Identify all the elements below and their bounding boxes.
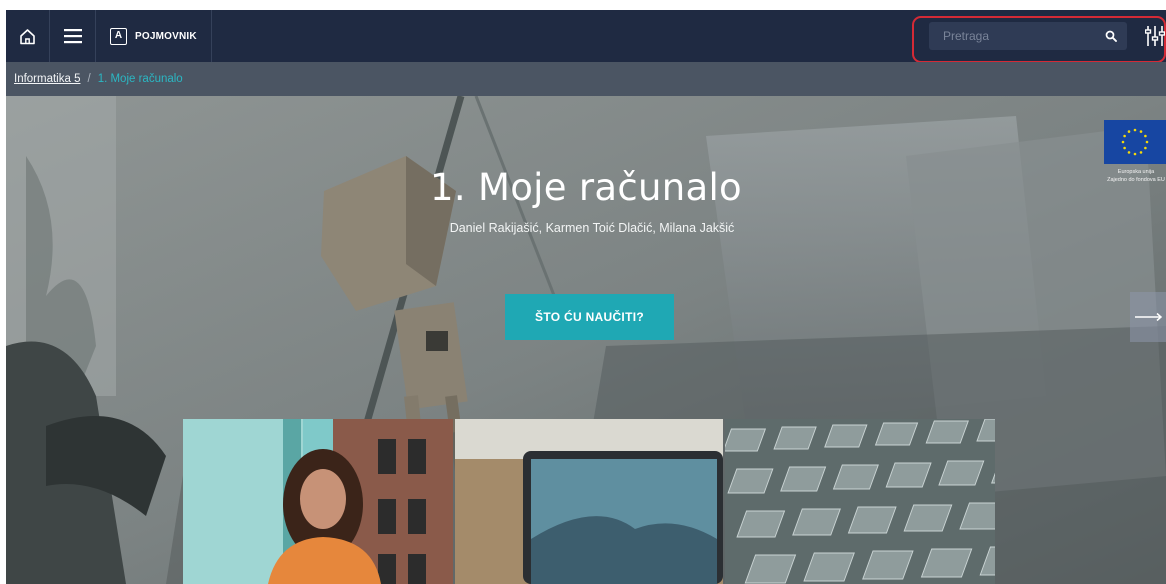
- laptop-photo: [455, 419, 723, 584]
- chapter-card-3[interactable]: [725, 419, 995, 584]
- browser-viewport: A POJMOVNIK Informat: [6, 10, 1166, 584]
- home-button[interactable]: [6, 10, 50, 62]
- eu-caption: Europska unija Zajedno do fondova EU: [1096, 168, 1166, 184]
- search-box[interactable]: [929, 22, 1127, 50]
- eu-caption-line1: Europska unija: [1117, 169, 1155, 175]
- what-will-i-learn-button[interactable]: ŠTO ĆU NAUČITI?: [505, 294, 674, 340]
- chapter-cards: [183, 419, 995, 584]
- eu-caption-line2: Zajedno do fondova EU: [1107, 177, 1165, 183]
- arrow-right-icon: [1135, 312, 1163, 322]
- hero-section: 1. Moje računalo Daniel Rakijašić, Karme…: [6, 96, 1166, 584]
- chapter-card-2[interactable]: [455, 419, 723, 584]
- breadcrumb: Informatika 5 / 1. Moje računalo: [6, 62, 1166, 96]
- search-button[interactable]: [1103, 28, 1119, 44]
- glossary-button[interactable]: A POJMOVNIK: [96, 10, 212, 62]
- top-navigation-bar: A POJMOVNIK: [6, 10, 1166, 63]
- eu-stars-icon: [1121, 128, 1149, 156]
- hero-title: 1. Moje računalo: [430, 166, 742, 209]
- hero-authors: Daniel Rakijašić, Karmen Toić Dlačić, Mi…: [449, 221, 735, 235]
- menu-icon: [63, 29, 82, 44]
- filters-icon: [1145, 26, 1165, 46]
- eu-flag-logo: [1104, 120, 1166, 164]
- filters-button[interactable]: [1144, 24, 1166, 48]
- menu-button[interactable]: [50, 10, 96, 62]
- keyboard-keys-photo: [725, 419, 995, 584]
- search-input[interactable]: [943, 29, 1103, 43]
- breadcrumb-separator: /: [87, 73, 91, 85]
- search-icon: [1105, 30, 1117, 42]
- breadcrumb-link-informatika[interactable]: Informatika 5: [14, 73, 80, 85]
- next-page-button[interactable]: [1130, 292, 1166, 342]
- breadcrumb-current: 1. Moje računalo: [97, 73, 183, 85]
- glossary-label: POJMOVNIK: [135, 30, 197, 42]
- home-icon: [20, 28, 35, 44]
- glossary-badge-icon: A: [110, 27, 127, 45]
- chapter-card-1[interactable]: [183, 419, 453, 584]
- woman-photo: [183, 419, 453, 584]
